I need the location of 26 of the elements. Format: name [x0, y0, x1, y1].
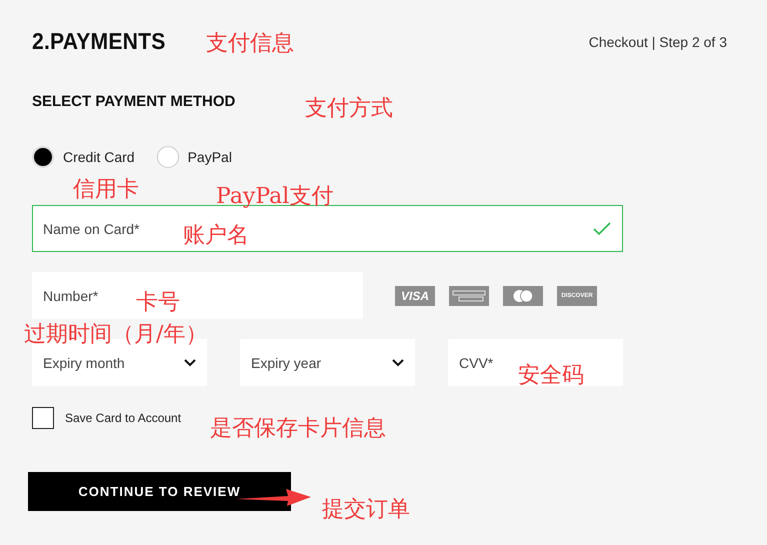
- visa-logo: VISA: [395, 286, 435, 306]
- section-heading: SELECT PAYMENT METHOD: [32, 93, 236, 110]
- checkbox[interactable]: [32, 407, 54, 429]
- checkmark-icon: [593, 222, 611, 236]
- continue-button[interactable]: CONTINUE TO REVIEW: [28, 472, 291, 511]
- annotation-text: 提交订单: [322, 499, 410, 521]
- radio-button[interactable]: [32, 146, 54, 168]
- dropdown[interactable]: Expiry year: [240, 339, 415, 386]
- page-title: 2.PAYMENTS: [32, 28, 166, 55]
- annotation-text: 支付信息: [206, 33, 294, 55]
- card-logo-icon: [449, 286, 489, 306]
- chevron-down-icon: [184, 358, 196, 366]
- radio-button[interactable]: [156, 146, 179, 168]
- annotation-text: 信用卡: [73, 179, 139, 201]
- checkbox-label[interactable]: Save Card to Account: [65, 411, 182, 425]
- annotation-text: PayPal支付: [216, 186, 334, 208]
- annotation-text: 卡号: [136, 292, 180, 314]
- annotation-text: 支付方式: [305, 98, 393, 120]
- annotation-text: 是否保存卡片信息: [210, 418, 386, 440]
- annotation-text: 账户名: [183, 225, 249, 247]
- chevron-down-icon: [392, 358, 404, 366]
- step-indicator: Checkout | Step 2 of 3: [588, 34, 727, 50]
- card-logo-icon: [503, 286, 543, 306]
- annotation-text: 安全码: [518, 365, 584, 387]
- radio-label[interactable]: Credit Card: [63, 149, 135, 165]
- radio-label[interactable]: PayPal: [188, 149, 232, 165]
